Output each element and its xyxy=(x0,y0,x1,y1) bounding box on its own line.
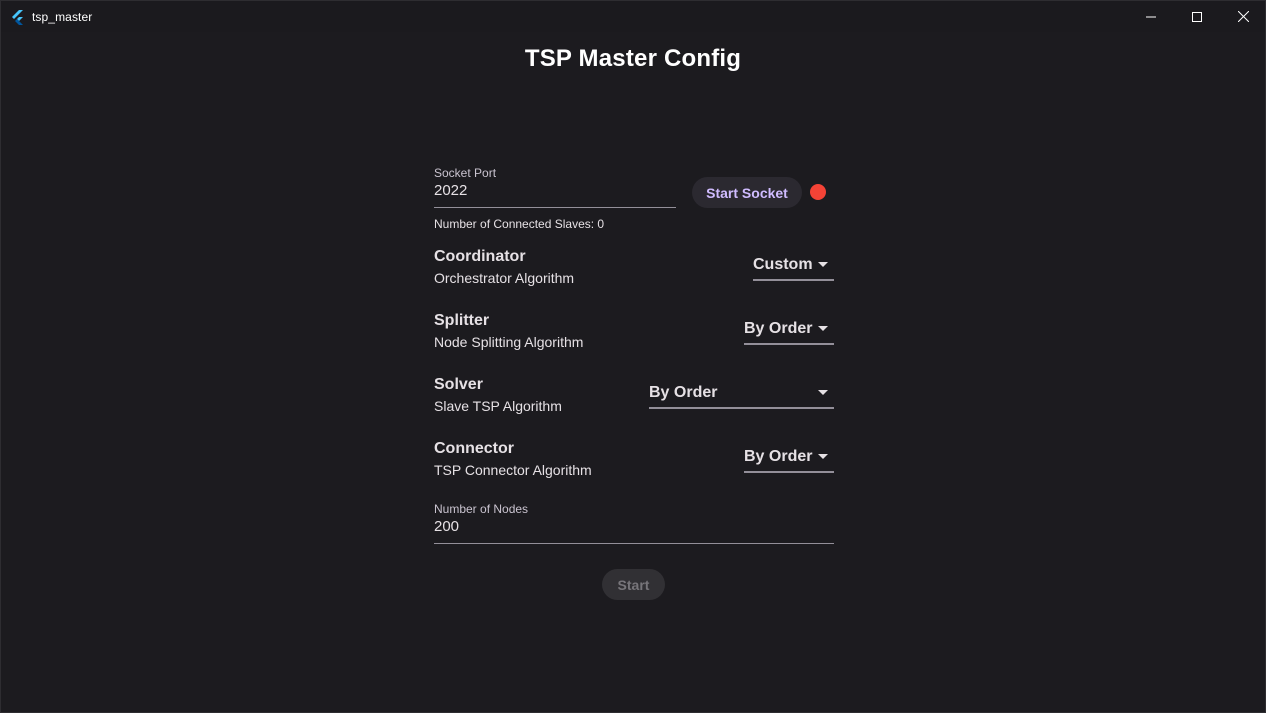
dropdown-arrow-icon xyxy=(818,454,828,459)
solver-dropdown[interactable]: By Order xyxy=(649,379,834,409)
solver-title: Solver xyxy=(434,376,483,393)
connector-dropdown-value: By Order xyxy=(744,448,813,465)
minimize-button[interactable] xyxy=(1128,1,1174,32)
flutter-icon xyxy=(10,9,26,25)
nodes-input[interactable]: 200 xyxy=(434,518,459,535)
dropdown-arrow-icon xyxy=(818,326,828,331)
solver-subtitle: Slave TSP Algorithm xyxy=(434,398,562,414)
dropdown-arrow-icon xyxy=(818,262,828,267)
coordinator-subtitle: Orchestrator Algorithm xyxy=(434,270,575,286)
dropdown-arrow-icon xyxy=(818,390,828,395)
splitter-title: Splitter xyxy=(434,312,490,329)
connected-slaves-count: Number of Connected Slaves: 0 xyxy=(434,217,605,231)
socket-status-indicator xyxy=(810,184,826,200)
connector-subtitle: TSP Connector Algorithm xyxy=(434,462,592,478)
socket-port-label: Socket Port xyxy=(434,166,497,180)
minimize-icon xyxy=(1146,12,1156,22)
dropdown-underline xyxy=(649,407,834,409)
splitter-dropdown-value: By Order xyxy=(744,320,813,337)
connector-dropdown[interactable]: By Order xyxy=(744,443,834,473)
start-button[interactable]: Start xyxy=(602,569,665,600)
nodes-underline xyxy=(434,543,834,544)
socket-port-input[interactable]: 2022 xyxy=(434,182,467,199)
solver-dropdown-value: By Order xyxy=(649,384,718,401)
coordinator-title: Coordinator xyxy=(434,248,526,265)
maximize-icon xyxy=(1192,11,1202,22)
splitter-dropdown[interactable]: By Order xyxy=(744,315,834,345)
connector-title: Connector xyxy=(434,440,514,457)
dropdown-underline xyxy=(744,471,834,473)
page-title: TSP Master Config xyxy=(524,45,742,72)
maximize-button[interactable] xyxy=(1174,1,1220,32)
dropdown-underline xyxy=(744,343,834,345)
close-icon xyxy=(1237,11,1249,22)
start-socket-button[interactable]: Start Socket xyxy=(692,177,802,208)
splitter-subtitle: Node Splitting Algorithm xyxy=(434,334,584,350)
title-bar: tsp_master xyxy=(1,1,1265,32)
close-button[interactable] xyxy=(1220,1,1266,32)
dropdown-underline xyxy=(753,279,834,281)
coordinator-dropdown[interactable]: Custom xyxy=(753,251,834,281)
coordinator-dropdown-value: Custom xyxy=(753,256,813,273)
window-title: tsp_master xyxy=(32,10,93,24)
nodes-label: Number of Nodes xyxy=(434,502,529,516)
app-window: tsp_master TSP Master Config Socket Port… xyxy=(0,0,1266,713)
socket-port-underline xyxy=(434,207,676,208)
